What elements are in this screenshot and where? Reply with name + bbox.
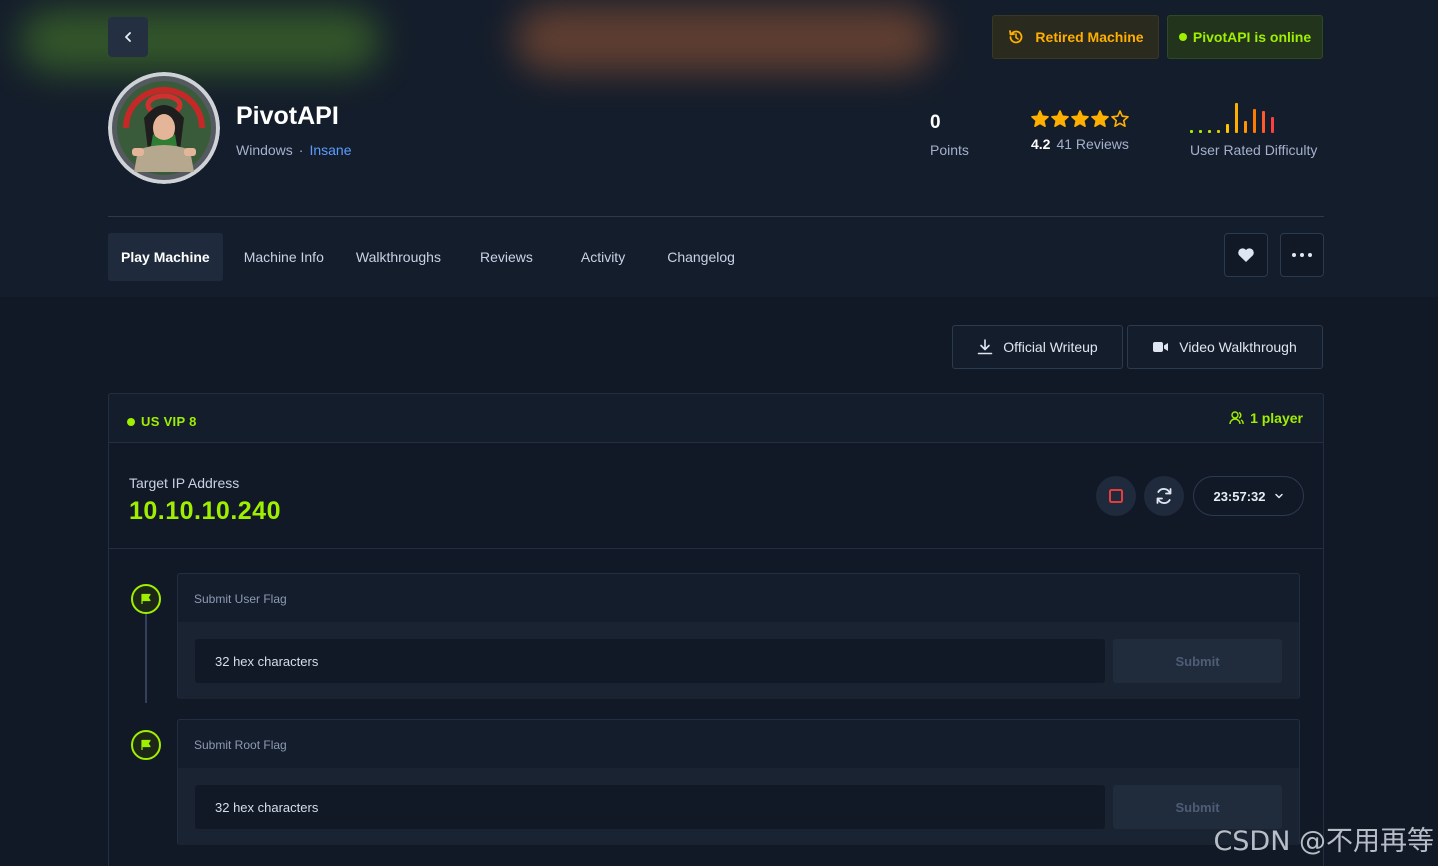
history-icon <box>1009 30 1023 44</box>
root-flag-card: Submit Root Flag Submit <box>177 719 1300 845</box>
watermark: CSDN @不用再等 <box>1213 826 1434 857</box>
difficulty-bar <box>1244 121 1247 133</box>
target-ip-label: Target IP Address <box>129 475 240 491</box>
difficulty-bar <box>1190 130 1193 133</box>
server-status-dot <box>127 417 135 426</box>
stop-machine-button[interactable] <box>1096 476 1136 516</box>
rating-stat[interactable]: 4.2 41 Reviews <box>1031 110 1129 152</box>
instance-header: US VIP 8 1 player <box>109 394 1323 443</box>
online-status-dot <box>1178 33 1187 41</box>
video-walkthrough-button[interactable]: Video Walkthrough <box>1127 325 1323 369</box>
flag-submission-section: Submit User Flag Submit Submit Root Flag… <box>109 549 1323 866</box>
user-flag-form: Submit <box>178 622 1299 699</box>
machine-avatar <box>108 72 220 184</box>
favorite-button[interactable] <box>1224 233 1268 277</box>
tab-changelog[interactable]: Changelog <box>654 233 748 281</box>
machine-page: Retired Machine PivotAPI is online Pivot… <box>0 0 1438 866</box>
tab-walkthroughs[interactable]: Walkthroughs <box>343 233 454 281</box>
user-flag-step <box>131 584 161 614</box>
blurred-banner-green <box>20 10 380 72</box>
player-count-label: 1 player <box>1250 410 1303 426</box>
chevron-down-icon <box>1274 493 1283 499</box>
user-flag-input[interactable] <box>195 639 1105 683</box>
heart-icon <box>1238 248 1254 262</box>
player-count[interactable]: 1 player <box>1229 410 1303 426</box>
stop-icon <box>1109 489 1123 503</box>
points-label: Points <box>930 142 969 158</box>
tab-reviews[interactable]: Reviews <box>467 233 546 281</box>
points-value: 0 <box>930 112 941 133</box>
flag-icon <box>141 739 151 750</box>
root-flag-title: Submit Root Flag <box>194 738 287 752</box>
download-icon <box>977 339 993 355</box>
root-flag-form: Submit <box>178 768 1299 845</box>
timer-value: 23:57:32 <box>1213 488 1266 504</box>
more-horizontal-icon <box>1292 253 1312 257</box>
user-flag-title: Submit User Flag <box>194 592 287 606</box>
difficulty-bar <box>1253 109 1256 133</box>
star-icon <box>1091 110 1109 127</box>
users-icon <box>1229 411 1244 425</box>
target-ip-section: Target IP Address 10.10.10.240 23:57:32 <box>109 443 1323 549</box>
video-walkthrough-label: Video Walkthrough <box>1179 339 1297 355</box>
video-camera-icon <box>1153 342 1169 352</box>
machine-tabs: Play Machine Machine Info Walkthroughs R… <box>108 233 748 281</box>
root-flag-step <box>131 730 161 760</box>
target-ip-value[interactable]: 10.10.10.240 <box>129 497 281 526</box>
star-icon <box>1051 110 1069 127</box>
chevron-left-icon <box>125 32 131 42</box>
difficulty-bar <box>1217 130 1220 133</box>
tab-machine-info[interactable]: Machine Info <box>231 233 337 281</box>
official-writeup-label: Official Writeup <box>1003 339 1098 355</box>
server-indicator: US VIP 8 <box>127 414 197 429</box>
difficulty-stat: User Rated Difficulty <box>1190 100 1317 158</box>
official-writeup-button[interactable]: Official Writeup <box>952 325 1123 369</box>
machine-os: Windows <box>236 142 293 158</box>
tab-activity[interactable]: Activity <box>568 233 638 281</box>
difficulty-bar <box>1226 124 1229 133</box>
difficulty-label: User Rated Difficulty <box>1190 142 1318 158</box>
back-button[interactable] <box>108 17 148 57</box>
machine-online-badge: PivotAPI is online <box>1167 15 1323 59</box>
more-options-button[interactable] <box>1280 233 1324 277</box>
difficulty-bar <box>1262 111 1265 133</box>
machine-name: PivotAPI <box>236 102 339 130</box>
points-stat: 0 Points <box>930 112 969 158</box>
reset-machine-button[interactable] <box>1144 476 1184 516</box>
machine-header: Retired Machine PivotAPI is online Pivot… <box>0 0 1438 297</box>
difficulty-chart <box>1190 100 1317 133</box>
blurred-banner-orange <box>515 6 935 72</box>
tab-play-machine[interactable]: Play Machine <box>108 233 223 281</box>
reviews-count: 41 Reviews <box>1056 136 1129 152</box>
user-flag-submit-button[interactable]: Submit <box>1113 639 1282 683</box>
root-flag-input[interactable] <box>195 785 1105 829</box>
difficulty-bar <box>1271 117 1274 133</box>
rating-stars <box>1031 110 1129 128</box>
flag-icon <box>141 593 151 604</box>
meta-separator: · <box>298 142 304 158</box>
difficulty-bar <box>1199 130 1202 133</box>
machine-online-label: PivotAPI is online <box>1192 29 1312 45</box>
star-icon <box>1111 110 1129 127</box>
machine-difficulty: Insane <box>309 142 352 158</box>
user-flag-card: Submit User Flag Submit <box>177 573 1300 699</box>
rating-line: 4.2 41 Reviews <box>1031 136 1129 152</box>
star-icon <box>1071 110 1089 127</box>
header-divider <box>108 216 1324 217</box>
difficulty-bar <box>1235 103 1238 133</box>
server-name: US VIP 8 <box>141 414 197 429</box>
machine-meta: Windows · Insane <box>236 142 352 158</box>
retired-machine-label: Retired Machine <box>1035 29 1144 45</box>
difficulty-bar <box>1208 130 1211 133</box>
machine-instance-card: US VIP 8 1 player Target IP Address 10.1… <box>108 393 1324 866</box>
timer-dropdown[interactable]: 23:57:32 <box>1193 476 1304 516</box>
refresh-icon <box>1156 488 1172 504</box>
star-icon <box>1031 110 1049 127</box>
rating-value: 4.2 <box>1031 136 1051 152</box>
retired-machine-badge[interactable]: Retired Machine <box>992 15 1159 59</box>
